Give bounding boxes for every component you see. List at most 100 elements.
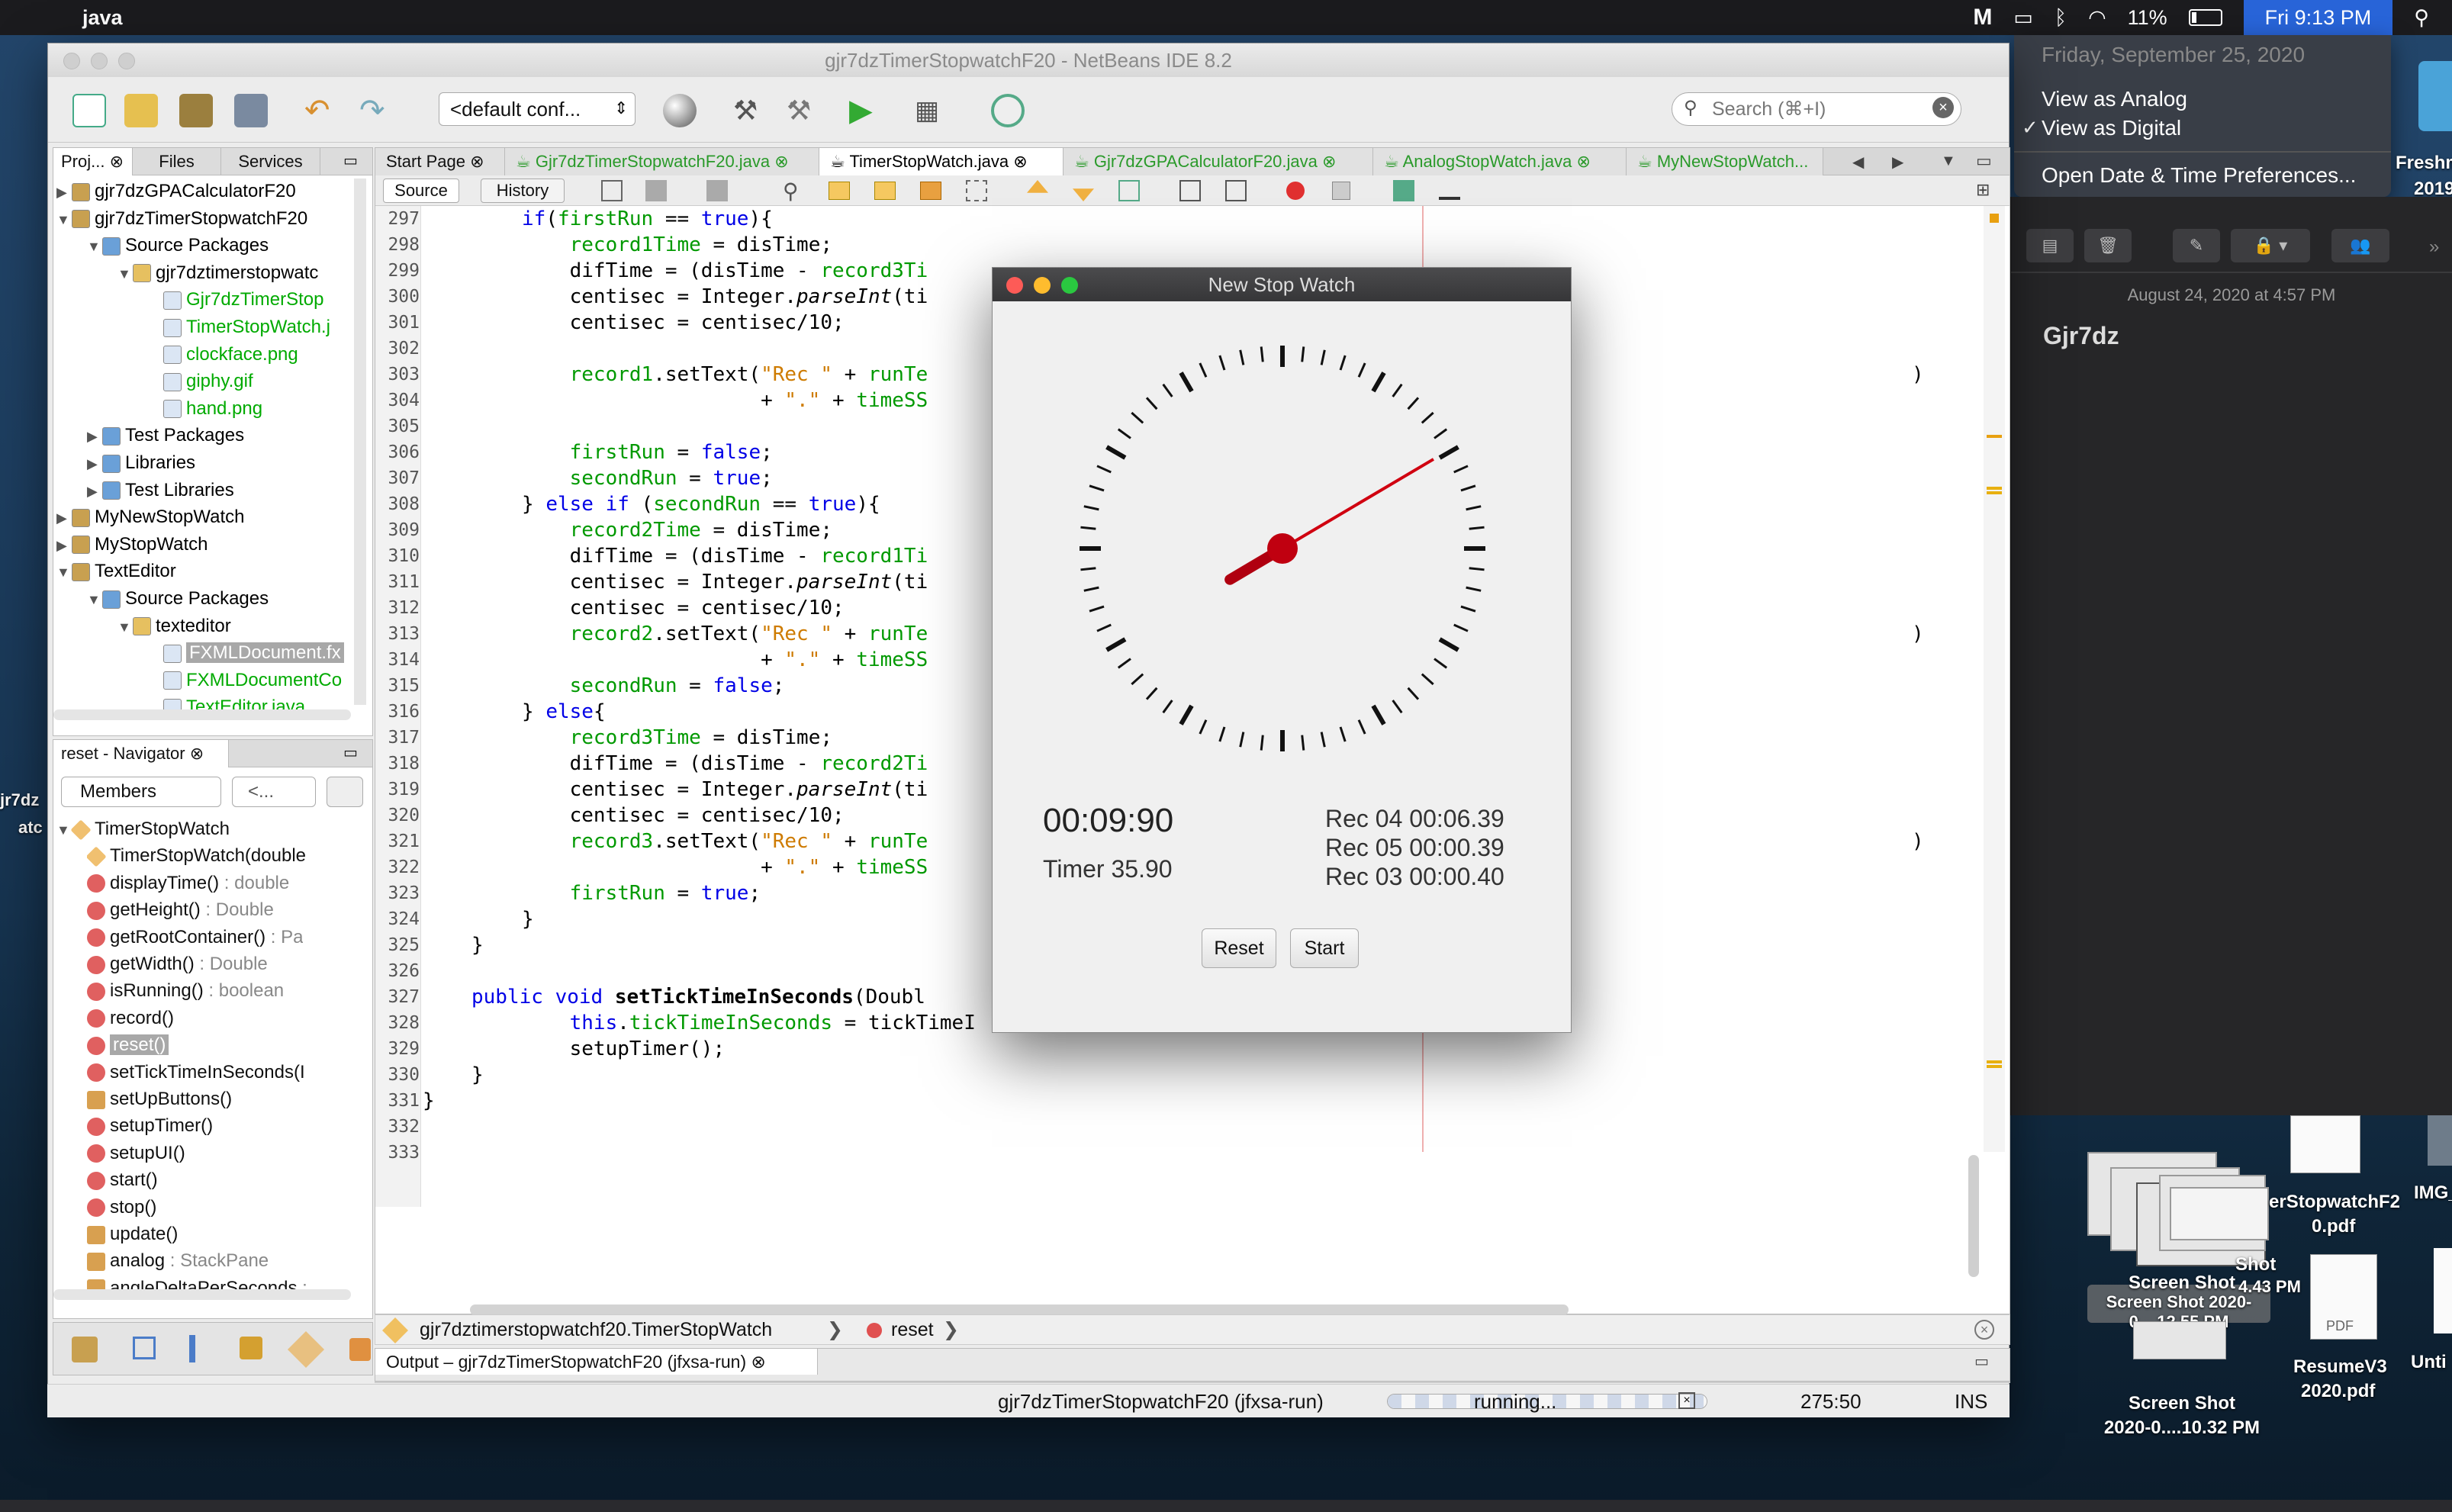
minimize-window-button[interactable] xyxy=(1034,277,1051,294)
horizontal-scrollbar[interactable] xyxy=(53,1289,351,1300)
project-tree-item[interactable]: ▼ gjr7dzTimerStopwatchF20 xyxy=(56,206,307,232)
navigator-member[interactable]: setupTimer() xyxy=(87,1113,213,1139)
tab-start-page[interactable]: Start Page ⊗ xyxy=(375,148,505,175)
zoom-window-button[interactable] xyxy=(1061,277,1078,294)
maximize-editor-icon[interactable]: ▭ xyxy=(1976,151,1992,171)
next-bookmark-icon[interactable] xyxy=(1073,188,1094,201)
members-select[interactable]: Members xyxy=(61,777,221,807)
chevron-right-icon[interactable]: » xyxy=(2429,236,2439,258)
zoom-window-button[interactable] xyxy=(118,53,135,69)
desktop-app-icon[interactable] xyxy=(2418,61,2452,131)
filter-constructors-icon[interactable] xyxy=(287,1330,325,1369)
close-window-button[interactable] xyxy=(63,53,80,69)
previous-bookmark-icon[interactable] xyxy=(1027,180,1048,193)
project-tree-item[interactable]: FXMLDocumentCo xyxy=(148,668,342,693)
tree-toggle-icon[interactable]: ▼ xyxy=(117,614,133,639)
annotation-marker[interactable] xyxy=(1987,1060,2002,1068)
gallery-icon[interactable]: ▤ xyxy=(2026,229,2074,262)
screenshot-thumbnail[interactable] xyxy=(2170,1187,2269,1240)
tree-toggle-icon[interactable]: ▶ xyxy=(56,532,72,558)
back-icon[interactable] xyxy=(645,180,667,201)
show-opened-documents-icon[interactable]: ▼ xyxy=(1941,153,1956,170)
battery-percent[interactable]: 11% xyxy=(2128,6,2167,30)
navigator-member[interactable]: record() xyxy=(87,1005,174,1031)
undo-icon[interactable]: ↶ xyxy=(304,94,338,127)
build-hammer-icon[interactable]: ⚒ xyxy=(733,94,767,127)
forward-icon[interactable] xyxy=(706,180,728,201)
navigator-member[interactable]: setupUI() xyxy=(87,1140,185,1166)
tab-timer-stopwatch-java[interactable]: ☕ TimerStopWatch.java ⊗ xyxy=(819,148,1063,175)
navigator-member[interactable]: getWidth() : Double xyxy=(87,951,268,977)
tree-toggle-icon[interactable]: ▼ xyxy=(117,261,133,286)
navigator-member[interactable]: getHeight() : Double xyxy=(87,897,274,923)
close-breadcrumb-icon[interactable]: × xyxy=(1974,1320,1994,1340)
project-tree-item[interactable]: ▼ texteditor xyxy=(117,613,231,639)
profile-project-icon[interactable] xyxy=(991,94,1025,127)
battery-icon[interactable] xyxy=(2188,9,2222,26)
open-project-icon[interactable] xyxy=(179,94,213,127)
vertical-scrollbar[interactable] xyxy=(1968,1155,1979,1277)
document-icon[interactable] xyxy=(2434,1248,2452,1333)
spotlight-search-icon[interactable]: ⚲ xyxy=(2414,6,2429,30)
debug-project-icon[interactable]: ▦ xyxy=(915,94,948,127)
tab-analog-stopwatch[interactable]: ☕ AnalogStopWatch.java ⊗ xyxy=(1373,148,1627,175)
tree-toggle-icon[interactable]: ▶ xyxy=(56,179,72,204)
horizontal-scrollbar[interactable] xyxy=(470,1305,1569,1315)
breadcrumb-method[interactable]: reset xyxy=(891,1315,934,1344)
shift-right-icon[interactable] xyxy=(1225,180,1247,201)
compose-icon[interactable]: ✎ xyxy=(2173,229,2220,262)
image-file-icon[interactable] xyxy=(2428,1115,2452,1166)
scroll-tabs-left-icon[interactable]: ◀ xyxy=(1852,153,1864,172)
menu-view-as-digital[interactable]: View as Digital xyxy=(2042,116,2181,140)
tree-toggle-icon[interactable]: ▶ xyxy=(56,505,72,530)
menu-open-date-time-preferences[interactable]: Open Date & Time Preferences... xyxy=(2042,163,2356,188)
project-tree-item[interactable]: ▼ Source Packages xyxy=(87,586,269,612)
project-tree-item[interactable]: TimerStopWatch.j xyxy=(148,314,330,340)
screenshot-thumbnail[interactable] xyxy=(2133,1321,2226,1359)
navigator-member[interactable]: getRootContainer() : Pa xyxy=(87,925,303,951)
toggle-highlight-icon[interactable] xyxy=(920,182,941,200)
lock-icon[interactable]: 🔒 ▾ xyxy=(2231,229,2310,262)
project-tree-item[interactable]: hand.png xyxy=(148,396,262,422)
project-tree-item[interactable]: Gjr7dzTimerStop xyxy=(148,287,324,313)
project-tree-item[interactable]: ▼ TextEditor xyxy=(56,558,176,584)
tab-services[interactable]: Services xyxy=(221,148,320,175)
trash-icon[interactable]: 🗑 xyxy=(2084,229,2132,262)
active-app-name[interactable]: java xyxy=(82,6,123,30)
navigator-member[interactable]: setUpButtons() xyxy=(87,1086,232,1112)
project-tree-item[interactable]: ▼ gjr7dztimerstopwatc xyxy=(117,260,318,286)
minimize-panel-icon[interactable]: ▭ xyxy=(343,743,358,762)
tab-my-new-stopwatch[interactable]: ☕ MyNewStopWatch... xyxy=(1627,148,1823,175)
m-app-icon[interactable]: M xyxy=(1973,5,1992,31)
horizontal-scrollbar[interactable] xyxy=(53,709,351,720)
tree-toggle-icon[interactable]: ▼ xyxy=(87,233,102,259)
project-tree-item[interactable]: ▶ MyStopWatch xyxy=(56,532,208,558)
start-button[interactable]: Start xyxy=(1290,928,1359,968)
navigator-member[interactable]: update() xyxy=(87,1221,178,1247)
source-tab[interactable]: Source xyxy=(383,179,459,203)
uncomment-icon[interactable] xyxy=(1439,182,1460,200)
tree-toggle-icon[interactable]: ▼ xyxy=(56,559,72,584)
tab-files[interactable]: Files xyxy=(133,148,221,175)
vertical-scrollbar[interactable] xyxy=(354,179,366,705)
warning-marker[interactable] xyxy=(1990,214,1999,223)
shift-left-icon[interactable] xyxy=(1179,180,1201,201)
menubar-clock[interactable]: Fri 9:13 PM xyxy=(2243,0,2393,35)
project-tree-item[interactable]: ▶ MyNewStopWatch xyxy=(56,504,245,530)
navigator-member[interactable]: isRunning() : boolean xyxy=(87,978,284,1004)
navigator-member[interactable]: setTickTimeInSeconds(I xyxy=(87,1060,305,1086)
filter-nonpublic-icon[interactable] xyxy=(189,1335,195,1362)
project-tree-item[interactable]: ▶ Test Libraries xyxy=(87,478,234,503)
navigator-options-icon[interactable] xyxy=(327,777,363,807)
breadcrumb-class[interactable]: gjr7dztimerstopwatchf20.TimerStopWatch xyxy=(420,1315,772,1344)
filter-fields-icon[interactable] xyxy=(72,1337,98,1362)
split-editor-icon[interactable]: ⊞ xyxy=(1976,180,1990,200)
tree-toggle-icon[interactable]: ▶ xyxy=(87,451,102,476)
tab-gjr7dz-timer-stopwatch[interactable]: ☕ Gjr7dzTimerStopwatchF20.java ⊗ xyxy=(505,148,819,175)
annotation-marker[interactable] xyxy=(1987,435,2002,438)
configuration-select[interactable]: <default conf... xyxy=(439,92,636,126)
last-edit-icon[interactable] xyxy=(601,180,623,201)
navigator-member[interactable]: ▼ TimerStopWatch xyxy=(56,816,230,842)
airplay-icon[interactable]: ▭ xyxy=(2013,6,2033,30)
pdf-document-icon[interactable] xyxy=(2290,1115,2360,1173)
